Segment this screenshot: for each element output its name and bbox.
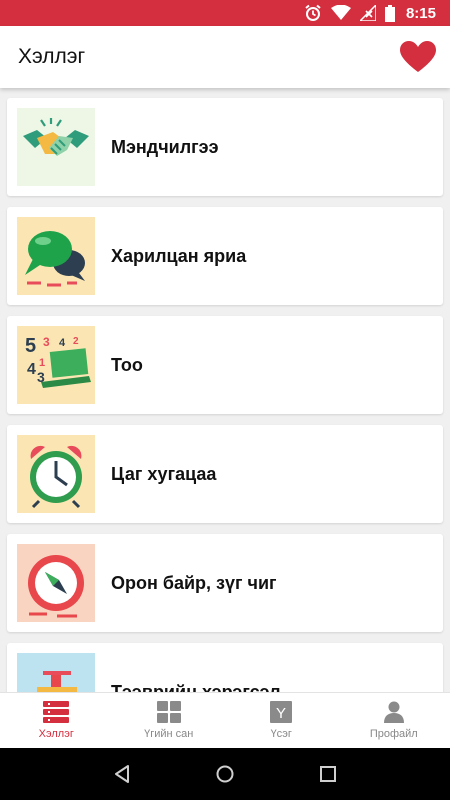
status-bar: 8:15 (0, 0, 450, 26)
favorites-button[interactable] (398, 37, 438, 77)
svg-text:Y: Y (276, 705, 286, 722)
battery-icon (384, 4, 395, 22)
person-icon (383, 701, 404, 723)
nav-phrases[interactable]: Хэллэг (0, 693, 113, 748)
nav-profile[interactable]: Профайл (338, 693, 450, 748)
back-button[interactable] (102, 754, 142, 794)
nav-label: Үсэг (270, 728, 292, 740)
nav-label: Хэллэг (38, 728, 74, 740)
category-list[interactable]: Мэндчилгээ Харилцан яриа 5 3 4 1 3 4 2 Т… (0, 88, 450, 692)
category-numbers[interactable]: 5 3 4 1 3 4 2 Тоо (7, 316, 443, 414)
signal-icon (359, 5, 376, 21)
category-label: Орон байр, зүг чиг (111, 572, 277, 593)
wifi-icon (330, 5, 351, 20)
letter-icon: Y (270, 701, 293, 723)
handshake-icon (17, 108, 95, 186)
svg-text:5: 5 (25, 335, 36, 357)
numbers-icon: 5 3 4 1 3 4 2 (17, 326, 95, 404)
svg-text:4: 4 (27, 361, 36, 378)
page-title: Хэллэг (18, 45, 86, 68)
back-icon (114, 765, 129, 783)
category-time[interactable]: Цаг хугацаа (7, 425, 443, 523)
nav-vocabulary[interactable]: Үгийн сан (113, 693, 226, 748)
category-transport[interactable]: Тээврийн хэрэгсэл (7, 643, 443, 692)
app-bar: Хэллэг (0, 26, 450, 88)
system-nav-bar (0, 748, 450, 800)
chat-bubbles-icon (17, 217, 95, 295)
category-label: Мэндчилгээ (111, 136, 219, 157)
list-icon (43, 701, 70, 723)
svg-text:3: 3 (43, 335, 50, 349)
svg-text:3: 3 (37, 369, 45, 385)
svg-text:1: 1 (39, 357, 45, 369)
nav-label: Профайл (369, 728, 418, 740)
home-button[interactable] (205, 754, 245, 794)
nav-label: Үгийн сан (144, 728, 194, 740)
category-directions[interactable]: Орон байр, зүг чиг (7, 534, 443, 632)
category-label: Цаг хугацаа (111, 463, 217, 484)
nav-alphabet[interactable]: Y Үсэг (225, 693, 338, 748)
category-label: Харилцан яриа (111, 245, 247, 266)
alarm-icon (305, 4, 321, 21)
transport-icon (17, 653, 95, 692)
svg-text:2: 2 (73, 336, 79, 347)
status-time: 8:15 (405, 4, 436, 22)
compass-icon (17, 544, 95, 622)
recents-button[interactable] (308, 754, 348, 794)
home-icon (216, 765, 234, 783)
category-conversation[interactable]: Харилцан яриа (7, 207, 443, 305)
recents-icon (320, 766, 337, 782)
category-label: Тоо (111, 354, 143, 375)
svg-text:4: 4 (59, 337, 66, 349)
alarm-clock-icon (17, 435, 95, 513)
heart-icon (400, 41, 436, 72)
category-label: Тээврийн хэрэгсэл (111, 681, 281, 693)
category-greetings[interactable]: Мэндчилгээ (7, 98, 443, 196)
grid-icon (156, 701, 181, 723)
bottom-nav: Хэллэг Үгийн сан Y Үсэг Профайл (0, 692, 450, 748)
